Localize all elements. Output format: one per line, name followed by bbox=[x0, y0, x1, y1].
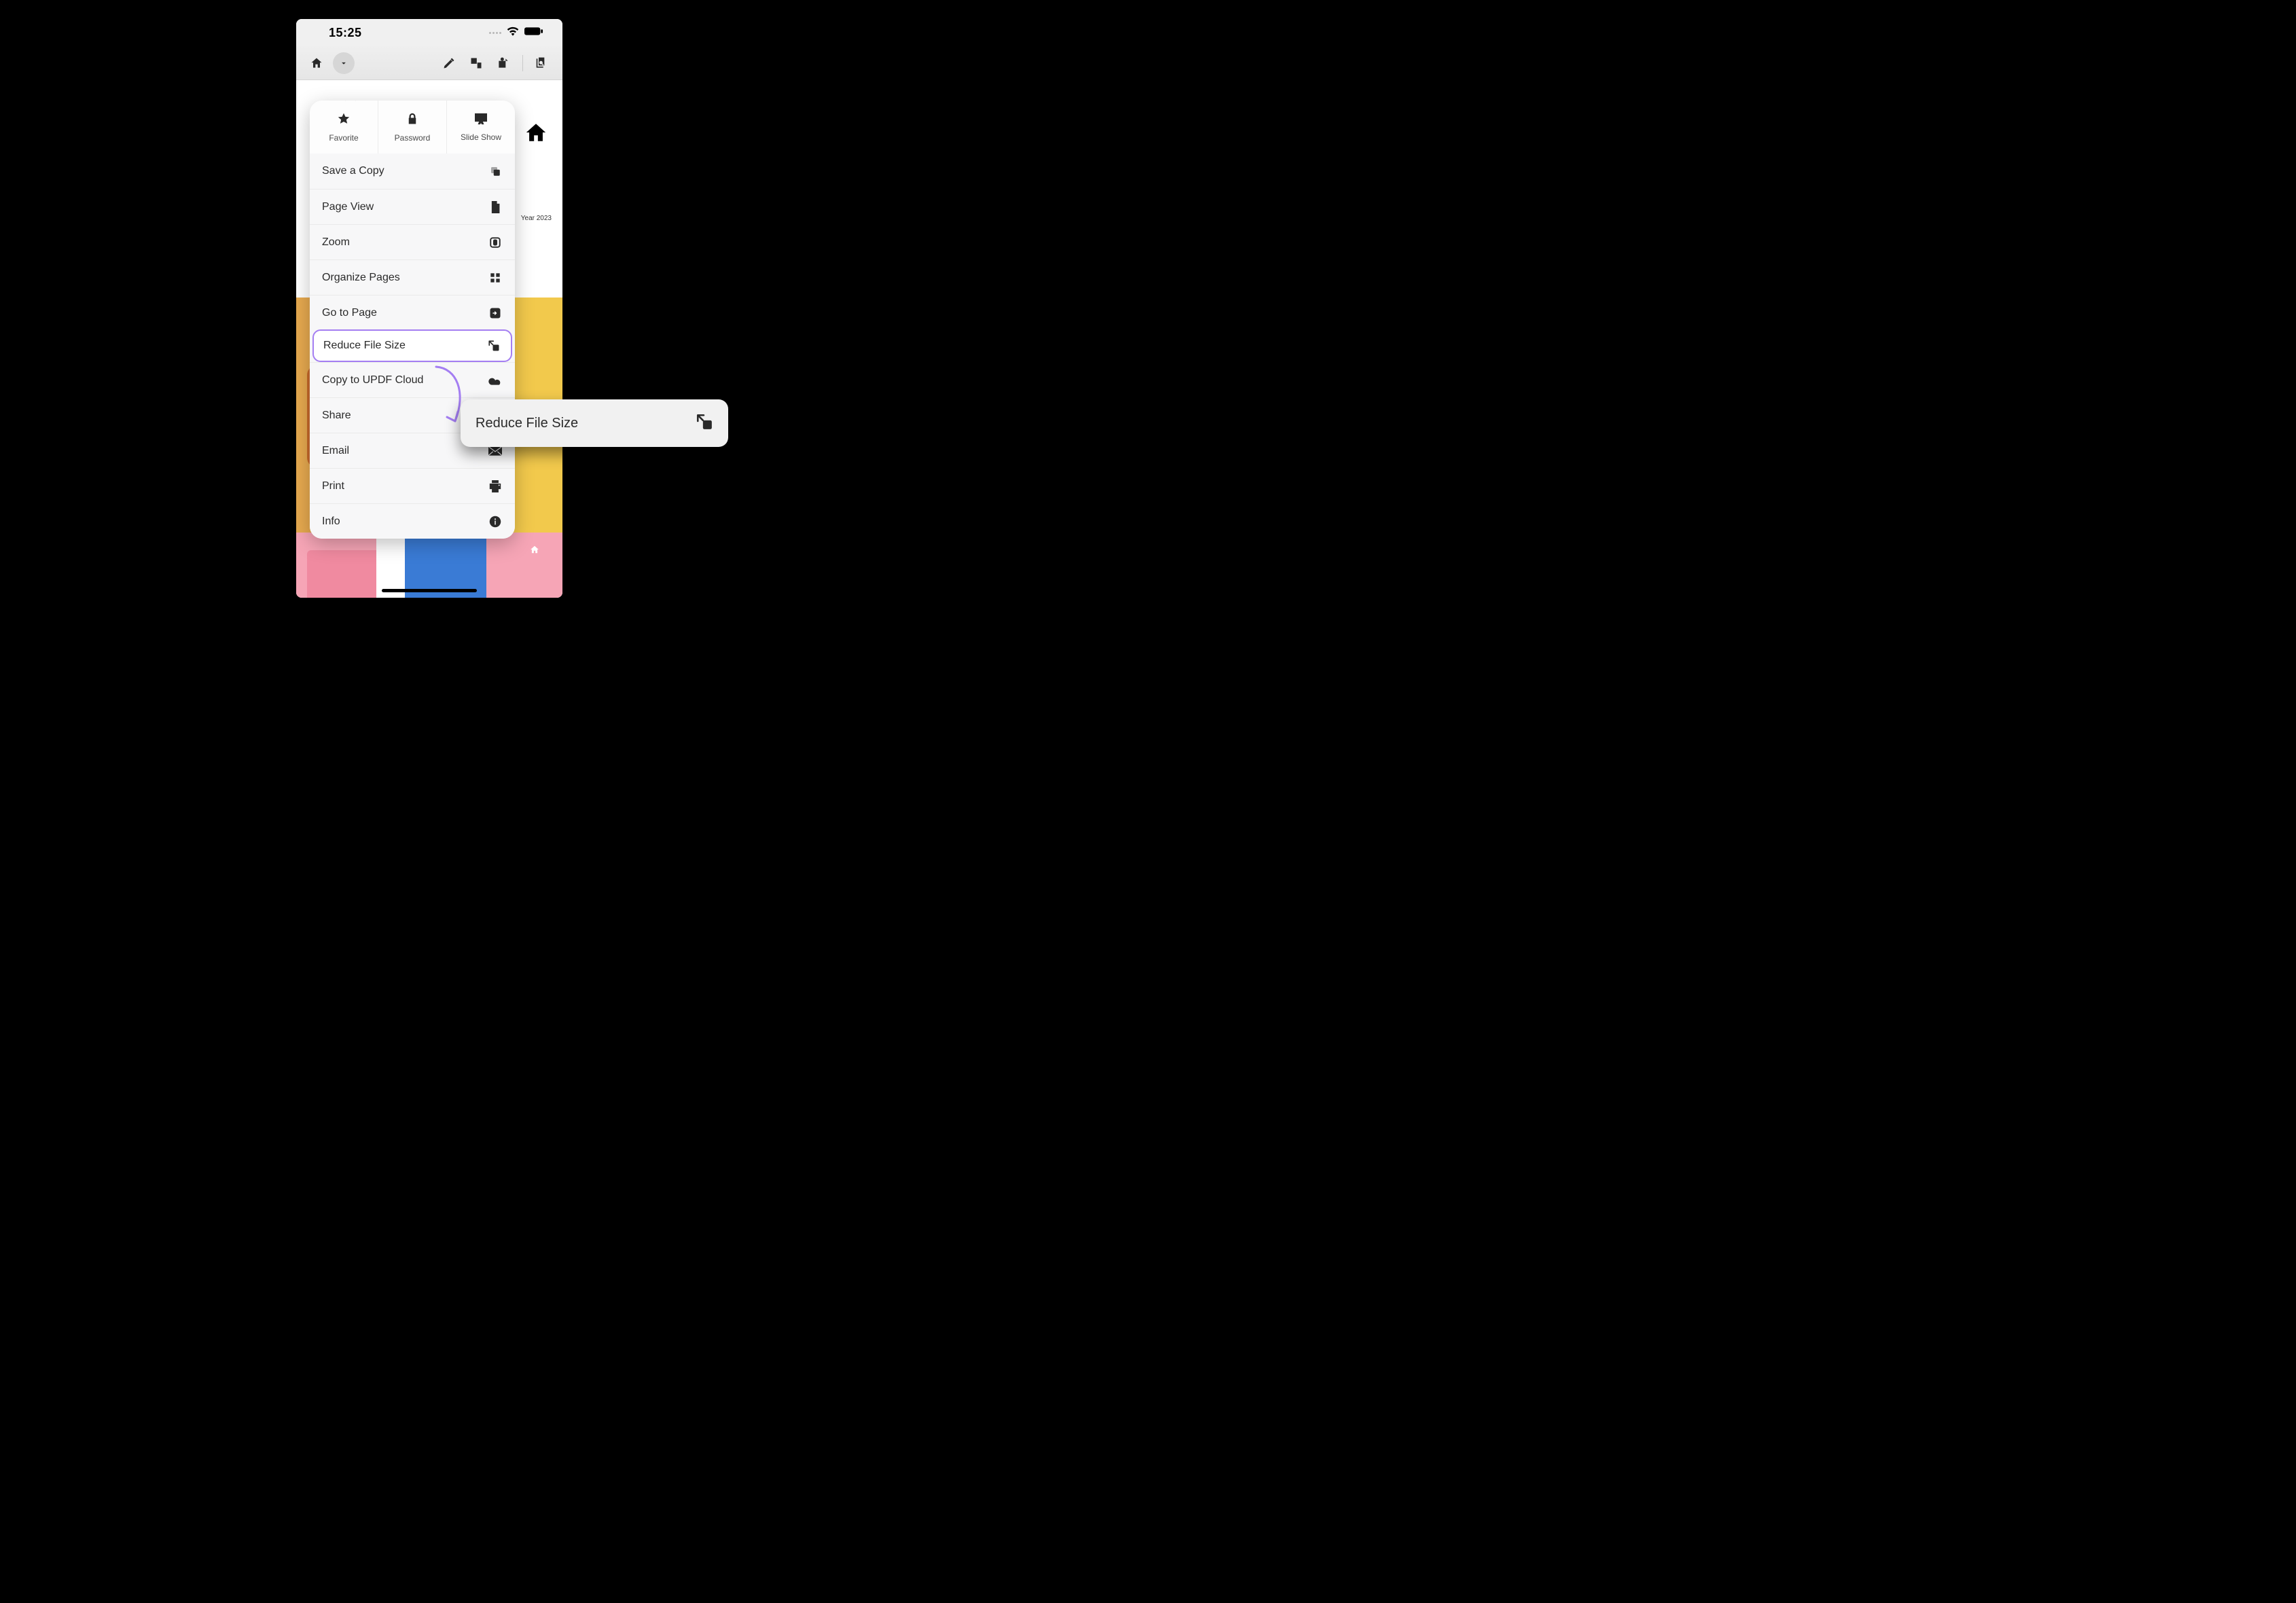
slideshow-label: Slide Show bbox=[461, 132, 501, 142]
menu-item-label: Email bbox=[322, 445, 349, 457]
password-action[interactable]: Password bbox=[378, 101, 447, 154]
dropdown-caret bbox=[345, 101, 356, 102]
password-label: Password bbox=[395, 133, 431, 143]
status-time: 15:25 bbox=[329, 26, 362, 40]
compress-file-icon bbox=[486, 340, 501, 352]
doc-tile-white bbox=[376, 533, 405, 598]
doc-tile-blue bbox=[405, 533, 486, 598]
menu-item-label: Zoom bbox=[322, 236, 350, 249]
menu-item-label: Info bbox=[322, 516, 340, 528]
zoom-icon bbox=[488, 236, 503, 249]
page-icon bbox=[488, 201, 503, 213]
menu-save-a-copy[interactable]: Save a Copy bbox=[310, 154, 515, 189]
menu-item-label: Print bbox=[322, 480, 344, 492]
menu-item-label: Organize Pages bbox=[322, 272, 400, 284]
dropdown-menu-list: Save a Copy Page View Zoom Organize Page… bbox=[310, 154, 515, 539]
toolbar-separator bbox=[522, 55, 523, 71]
doc-year-label: Year 2023 bbox=[521, 215, 552, 222]
battery-icon bbox=[524, 26, 543, 39]
presentation-icon bbox=[474, 113, 488, 128]
menu-page-view[interactable]: Page View bbox=[310, 189, 515, 224]
compress-file-icon bbox=[696, 413, 713, 434]
home-indicator bbox=[382, 589, 477, 592]
menu-print[interactable]: Print bbox=[310, 468, 515, 503]
favorite-label: Favorite bbox=[329, 133, 358, 143]
dropdown-top-actions: Favorite Password Slide Show bbox=[310, 101, 515, 154]
grid-icon bbox=[488, 272, 503, 283]
dropdown-toggle-button[interactable] bbox=[333, 52, 355, 74]
menu-item-label: Page View bbox=[322, 201, 374, 213]
menu-info[interactable]: Info bbox=[310, 503, 515, 539]
menu-item-label: Reduce File Size bbox=[323, 340, 406, 352]
menu-go-to-page[interactable]: Go to Page bbox=[310, 295, 515, 330]
edit-text-button[interactable] bbox=[465, 52, 487, 74]
menu-item-label: Go to Page bbox=[322, 307, 377, 319]
search-pages-button[interactable] bbox=[531, 52, 553, 74]
doc-small-home-icon bbox=[530, 545, 539, 558]
page-tools-button[interactable] bbox=[492, 52, 514, 74]
copy-icon bbox=[488, 165, 503, 177]
status-indicators bbox=[489, 26, 543, 39]
status-bar: 15:25 bbox=[296, 19, 562, 46]
menu-zoom[interactable]: Zoom bbox=[310, 224, 515, 259]
menu-reduce-file-size[interactable]: Reduce File Size bbox=[312, 329, 512, 362]
arrow-right-box-icon bbox=[488, 307, 503, 319]
info-icon bbox=[488, 516, 503, 528]
menu-item-label: Save a Copy bbox=[322, 165, 384, 177]
actions-dropdown: Favorite Password Slide Show Save a Copy bbox=[310, 101, 515, 539]
star-icon bbox=[337, 112, 351, 129]
toolbar bbox=[296, 46, 562, 80]
menu-item-label: Share bbox=[322, 410, 351, 422]
cloud-icon bbox=[488, 376, 503, 385]
phone-frame: 15:25 bbox=[296, 19, 562, 598]
highlighter-button[interactable] bbox=[438, 52, 460, 74]
callout-reduce-file-size: Reduce File Size bbox=[461, 399, 728, 447]
menu-item-label: Copy to UPDF Cloud bbox=[322, 374, 423, 386]
favorite-action[interactable]: Favorite bbox=[310, 101, 378, 154]
lock-icon bbox=[406, 112, 418, 129]
slideshow-action[interactable]: Slide Show bbox=[447, 101, 515, 154]
wifi-icon bbox=[507, 26, 519, 39]
callout-label: Reduce File Size bbox=[476, 416, 578, 431]
doc-large-home-icon bbox=[524, 121, 548, 147]
menu-organize-pages[interactable]: Organize Pages bbox=[310, 259, 515, 295]
envelope-icon bbox=[488, 446, 503, 456]
home-button[interactable] bbox=[306, 52, 327, 74]
cell-signal-dots-icon bbox=[489, 32, 501, 34]
menu-copy-to-cloud[interactable]: Copy to UPDF Cloud bbox=[310, 362, 515, 397]
printer-icon bbox=[488, 480, 503, 492]
